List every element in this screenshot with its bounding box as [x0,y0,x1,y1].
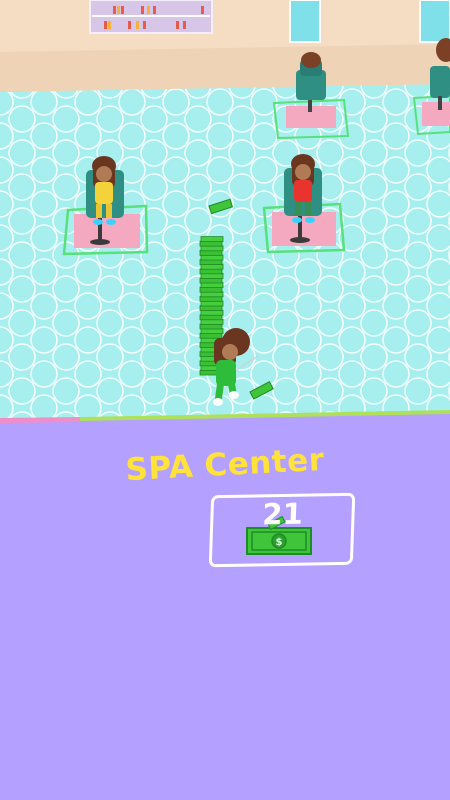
zone-cost: 21 [261,496,304,532]
game-scene: $ [0,0,450,800]
zone-price-box[interactable]: 21 [208,492,356,568]
money-stack-bill [200,236,224,243]
back-wall [0,0,450,92]
bottle-shelf [89,0,213,34]
